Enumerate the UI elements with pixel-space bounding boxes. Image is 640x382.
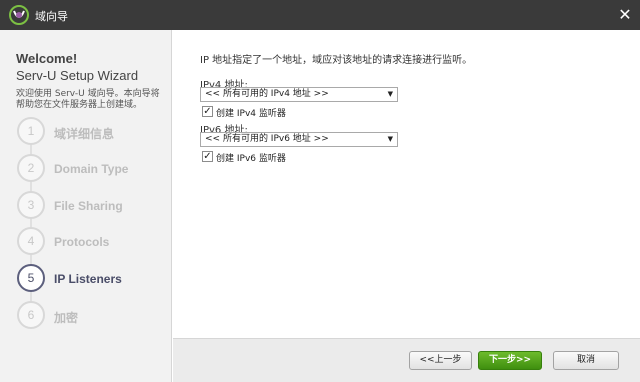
description-text: IP 地址指定了一个地址，域应对该地址的请求连接进行监听。 bbox=[200, 55, 473, 66]
ipv4-address-select[interactable]: << 所有可用的 IPv4 地址 >> ▼ bbox=[200, 87, 398, 102]
step-ip-listeners: 5 IP Listeners bbox=[17, 264, 167, 294]
step-label: Protocols bbox=[54, 235, 110, 249]
welcome-heading: Welcome! bbox=[16, 51, 78, 66]
intro-line-1: 欢迎使用 Serv-U 域向导。本向导将 bbox=[16, 89, 160, 99]
step-label: IP Listeners bbox=[54, 272, 122, 286]
step-file-sharing: 3 File Sharing bbox=[17, 191, 167, 221]
step-label: 域详细信息 bbox=[54, 127, 115, 141]
step-protocols: 4 Protocols bbox=[17, 227, 167, 257]
serv-u-logo-icon bbox=[9, 5, 29, 25]
create-ipv6-listener-checkbox[interactable]: ✓ bbox=[202, 151, 213, 162]
step-number: 1 bbox=[17, 117, 45, 145]
intro-line-2: 帮助您在文件服务器上创建域。 bbox=[16, 100, 143, 110]
next-button[interactable]: 下一步>> bbox=[478, 351, 542, 370]
create-ipv4-listener-checkbox[interactable]: ✓ bbox=[202, 106, 213, 117]
wizard-intro: 欢迎使用 Serv-U 域向导。本向导将 帮助您在文件服务器上创建域。 bbox=[16, 89, 166, 111]
wizard-steps: 1 域详细信息 2 Domain Type 3 File Sharing 4 P… bbox=[0, 117, 172, 337]
step-number: 4 bbox=[17, 227, 45, 255]
ipv6-selected-value: << 所有可用的 IPv6 地址 >> bbox=[205, 134, 329, 144]
ipv6-address-select[interactable]: << 所有可用的 IPv6 地址 >> ▼ bbox=[200, 132, 398, 147]
page-description: IP 地址指定了一个地址，域应对该地址的请求连接进行监听。 bbox=[200, 51, 620, 66]
chevron-down-icon: ▼ bbox=[387, 90, 393, 98]
step-number: 5 bbox=[17, 264, 45, 292]
wizard-sidebar: Welcome! Serv-U Setup Wizard 欢迎使用 Serv-U… bbox=[0, 30, 172, 382]
checkmark-icon: ✓ bbox=[203, 151, 212, 162]
chevron-down-icon: ▼ bbox=[387, 135, 393, 143]
step-label: File Sharing bbox=[54, 199, 123, 213]
cancel-button[interactable]: 取消 bbox=[553, 351, 619, 370]
step-domain-details: 1 域详细信息 bbox=[17, 117, 167, 147]
step-domain-type: 2 Domain Type bbox=[17, 154, 167, 184]
ipv4-selected-value: << 所有可用的 IPv4 地址 >> bbox=[205, 89, 329, 99]
wizard-title: Serv-U Setup Wizard bbox=[16, 68, 139, 83]
step-label: Domain Type bbox=[54, 162, 129, 176]
step-number: 6 bbox=[17, 301, 45, 329]
create-ipv6-listener-label: 创建 IPv6 监听器 bbox=[216, 154, 286, 164]
checkmark-icon: ✓ bbox=[203, 106, 212, 117]
back-button[interactable]: <<上一步 bbox=[409, 351, 472, 370]
window-title: 域向导 bbox=[35, 10, 68, 23]
create-ipv4-listener-label: 创建 IPv4 监听器 bbox=[216, 109, 286, 119]
title-bar: 域向导 ✕ bbox=[0, 0, 640, 30]
close-icon[interactable]: ✕ bbox=[610, 0, 640, 30]
step-encryption: 6 加密 bbox=[17, 301, 167, 331]
step-label: 加密 bbox=[54, 311, 79, 325]
step-number: 3 bbox=[17, 191, 45, 219]
step-number: 2 bbox=[17, 154, 45, 182]
